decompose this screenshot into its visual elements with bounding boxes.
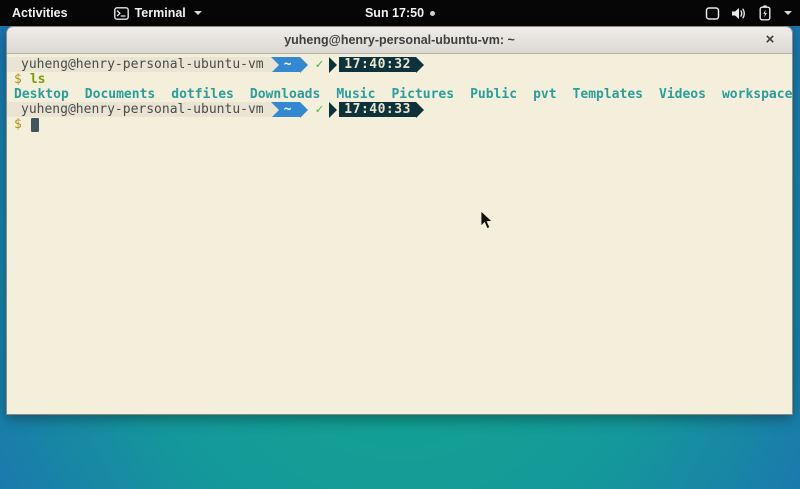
text-cursor — [31, 118, 39, 132]
powerline-arrow-icon — [271, 57, 279, 73]
dir-entry: pvt — [533, 87, 556, 102]
window-titlebar[interactable]: yuheng@henry-personal-ubuntu-vm: ~ × — [7, 27, 792, 54]
prompt-path-segment: ~ — [271, 57, 301, 72]
dir-entry: Music — [336, 87, 375, 102]
volume-icon — [731, 6, 748, 21]
battery-charging-icon — [759, 5, 771, 21]
check-icon: ✓ — [308, 57, 329, 72]
dir-entry: workspace — [722, 87, 792, 102]
prompt-path-segment: ~ — [271, 102, 301, 117]
powerline-arrow-icon — [416, 57, 424, 73]
prompt-line-1: yuheng@henry-personal-ubuntu-vm ~ ✓ 17:4… — [7, 57, 792, 72]
prompt-path: ~ — [279, 102, 301, 117]
powerline-arrow-icon — [300, 57, 308, 73]
activities-label: Activities — [12, 6, 68, 20]
check-icon: ✓ — [308, 102, 329, 117]
powerline-arrow-icon — [329, 102, 337, 118]
app-menu-label: Terminal — [135, 6, 186, 20]
powerline-arrow-icon — [329, 57, 337, 73]
activities-button[interactable]: Activities — [0, 0, 80, 26]
terminal-content[interactable]: yuheng@henry-personal-ubuntu-vm ~ ✓ 17:4… — [7, 54, 792, 414]
dir-entry: Downloads — [250, 87, 320, 102]
prompt-dollar: $ — [14, 72, 22, 87]
terminal-window: yuheng@henry-personal-ubuntu-vm: ~ × yuh… — [6, 26, 793, 415]
top-bar: Activities Terminal Sun 17:50 — [0, 0, 800, 26]
clock-label: Sun 17:50 — [365, 6, 424, 20]
notification-dot — [430, 11, 435, 16]
close-button[interactable]: × — [761, 31, 779, 49]
chevron-down-icon — [194, 11, 202, 15]
clock-button[interactable]: Sun 17:50 — [365, 6, 435, 20]
screen-icon — [705, 6, 720, 21]
powerline-arrow-icon — [271, 102, 279, 118]
terminal-icon — [114, 7, 129, 20]
current-prompt-line: $ — [7, 117, 792, 132]
chevron-down-icon — [784, 11, 792, 15]
app-menu-terminal[interactable]: Terminal — [108, 0, 208, 26]
dir-entry: Videos — [659, 87, 706, 102]
prompt-time: 17:40:33 — [339, 102, 416, 117]
dir-entry: Documents — [85, 87, 155, 102]
dir-entry: Pictures — [391, 87, 454, 102]
prompt-time: 17:40:32 — [339, 57, 416, 72]
prompt-line-2: yuheng@henry-personal-ubuntu-vm ~ ✓ 17:4… — [7, 102, 792, 117]
command-text: ls — [22, 72, 46, 87]
prompt-path: ~ — [279, 57, 301, 72]
dir-entry: Templates — [573, 87, 643, 102]
prompt-user: yuheng@henry-personal-ubuntu-vm — [7, 57, 271, 72]
system-menu[interactable] — [705, 0, 792, 26]
powerline-arrow-icon — [416, 102, 424, 118]
dir-entry: Desktop — [14, 87, 69, 102]
dir-entry: Public — [470, 87, 517, 102]
prompt-user: yuheng@henry-personal-ubuntu-vm — [7, 102, 271, 117]
dir-entry: dotfiles — [171, 87, 234, 102]
powerline-arrow-icon — [300, 102, 308, 118]
prompt-dollar: $ — [14, 117, 22, 132]
window-title: yuheng@henry-personal-ubuntu-vm: ~ — [284, 33, 515, 47]
ls-output: Desktop Documents dotfiles Downloads Music Pi… — [7, 87, 792, 102]
command-line: $ ls — [7, 72, 792, 87]
